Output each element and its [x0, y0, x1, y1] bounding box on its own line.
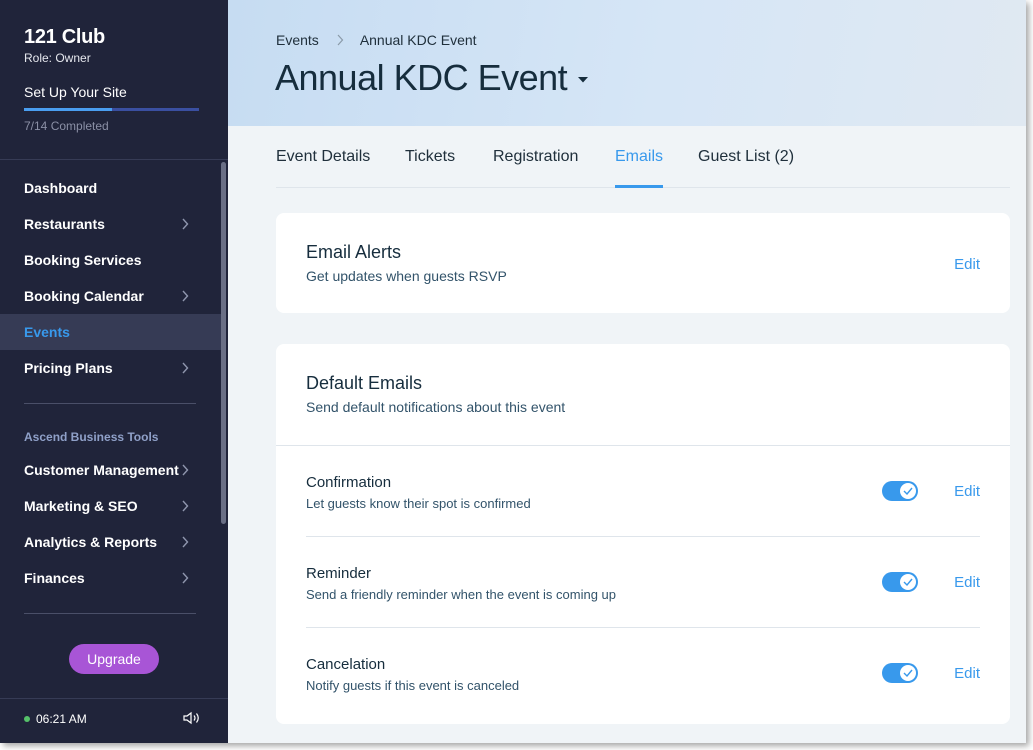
- email-alerts-card: Email Alerts Get updates when guests RSV…: [276, 213, 1010, 313]
- setup-progress-fill: [24, 108, 112, 111]
- tab-guest-list[interactable]: Guest List (2): [698, 140, 794, 188]
- upgrade-button[interactable]: Upgrade: [69, 644, 159, 674]
- sidebar-divider: [0, 698, 228, 699]
- app-window: 121 Club Role: Owner Set Up Your Site 7/…: [0, 0, 1026, 743]
- toggle-knob: [900, 574, 916, 590]
- nav-divider: [24, 613, 196, 614]
- nav-divider: [24, 403, 196, 404]
- sidebar-item-label: Restaurants: [24, 216, 105, 232]
- site-role: Role: Owner: [24, 51, 91, 65]
- chevron-right-icon: [182, 362, 189, 374]
- chevron-right-icon: [182, 464, 189, 476]
- breadcrumb-current: Annual KDC Event: [359, 32, 477, 48]
- email-alerts-title: Email Alerts: [306, 242, 402, 262]
- chevron-right-icon: [182, 500, 189, 512]
- default-emails-title: Default Emails: [306, 373, 423, 393]
- sidebar-item-label: Booking Calendar: [24, 288, 144, 304]
- sidebar-item-label: Analytics & Reports: [24, 534, 158, 550]
- sidebar-item-analytics-reports[interactable]: Analytics & Reports: [0, 524, 221, 560]
- tab-event-details[interactable]: Event Details: [276, 140, 370, 188]
- sidebar-nav: Dashboard Restaurants Booking Services B…: [0, 170, 221, 614]
- setup-progress-bar: [24, 108, 199, 111]
- sidebar-item-restaurants[interactable]: Restaurants: [0, 206, 221, 242]
- email-row-title: Confirmation: [306, 474, 392, 491]
- main-content: Events Annual KDC Event Annual KDC Event…: [228, 0, 1026, 743]
- tab-bar: Event Details Tickets Registration Email…: [276, 140, 1010, 188]
- breadcrumb-events[interactable]: Events: [276, 32, 319, 48]
- sidebar-item-label: Marketing & SEO: [24, 498, 138, 514]
- speaker-icon[interactable]: [183, 711, 201, 725]
- sidebar-item-customer-management[interactable]: Customer Management: [0, 452, 221, 488]
- page-title-text: Annual KDC Event: [275, 57, 568, 98]
- sidebar-divider: [0, 159, 228, 160]
- cancelation-edit-link[interactable]: Edit: [954, 665, 980, 682]
- clock-time: 06:21 AM: [36, 712, 87, 726]
- toggle-knob: [900, 483, 916, 499]
- tab-tickets[interactable]: Tickets: [405, 140, 455, 188]
- chevron-right-icon: [182, 218, 189, 230]
- chevron-right-icon: [182, 572, 189, 584]
- toggle-knob: [900, 665, 916, 681]
- page-title[interactable]: Annual KDC Event: [275, 57, 589, 99]
- email-row-reminder: Reminder Send a friendly reminder when t…: [276, 537, 1010, 628]
- sidebar-item-dashboard[interactable]: Dashboard: [0, 170, 221, 206]
- sidebar-item-booking-services[interactable]: Booking Services: [0, 242, 221, 278]
- cancelation-toggle[interactable]: [882, 663, 918, 683]
- nav-group-label: Ascend Business Tools: [24, 430, 159, 444]
- check-icon: [903, 578, 913, 586]
- email-row-subtitle: Let guests know their spot is confirmed: [306, 496, 531, 511]
- setup-site-link[interactable]: Set Up Your Site: [24, 84, 127, 100]
- confirmation-edit-link[interactable]: Edit: [954, 483, 980, 500]
- email-row-title: Cancelation: [306, 656, 386, 673]
- reminder-toggle[interactable]: [882, 572, 918, 592]
- email-row-title: Reminder: [306, 565, 372, 582]
- email-row-cancelation: Cancelation Notify guests if this event …: [276, 628, 1010, 719]
- page-header: Events Annual KDC Event Annual KDC Event: [228, 0, 1026, 126]
- check-icon: [903, 487, 913, 495]
- email-alerts-edit-link[interactable]: Edit: [954, 256, 980, 273]
- confirmation-toggle[interactable]: [882, 481, 918, 501]
- reminder-edit-link[interactable]: Edit: [954, 574, 980, 591]
- chevron-right-icon: [182, 536, 189, 548]
- chevron-right-icon: [182, 290, 189, 302]
- site-name: 121 Club: [24, 26, 105, 48]
- sidebar-item-pricing-plans[interactable]: Pricing Plans: [0, 350, 221, 386]
- default-emails-subtitle: Send default notifications about this ev…: [306, 399, 566, 415]
- status-dot-icon: [24, 716, 30, 722]
- sidebar-item-label: Dashboard: [24, 180, 98, 196]
- email-row-confirmation: Confirmation Let guests know their spot …: [276, 446, 1010, 537]
- email-row-subtitle: Send a friendly reminder when the event …: [306, 587, 617, 602]
- sidebar-item-booking-calendar[interactable]: Booking Calendar: [0, 278, 221, 314]
- tab-emails[interactable]: Emails: [615, 140, 664, 188]
- check-icon: [903, 669, 913, 677]
- sidebar-scrollbar[interactable]: [221, 162, 226, 524]
- sidebar-item-marketing-seo[interactable]: Marketing & SEO: [0, 488, 221, 524]
- tab-registration[interactable]: Registration: [493, 140, 578, 188]
- sidebar-item-label: Customer Management: [24, 462, 179, 478]
- sidebar-item-label: Finances: [24, 570, 85, 586]
- caret-down-icon: [578, 77, 589, 83]
- sidebar-item-label: Events: [24, 324, 70, 340]
- sidebar: 121 Club Role: Owner Set Up Your Site 7/…: [0, 0, 228, 743]
- chevron-right-icon: [337, 34, 344, 46]
- sidebar-item-label: Pricing Plans: [24, 360, 113, 376]
- sidebar-item-label: Booking Services: [24, 252, 142, 268]
- sidebar-item-finances[interactable]: Finances: [0, 560, 221, 596]
- email-row-subtitle: Notify guests if this event is canceled: [306, 678, 520, 693]
- default-emails-card: Default Emails Send default notification…: [276, 344, 1010, 724]
- setup-progress-count: 7/14 Completed: [24, 119, 109, 133]
- breadcrumb: Events Annual KDC Event: [276, 32, 477, 48]
- email-alerts-subtitle: Get updates when guests RSVP: [306, 268, 507, 284]
- sidebar-item-events[interactable]: Events: [0, 314, 221, 350]
